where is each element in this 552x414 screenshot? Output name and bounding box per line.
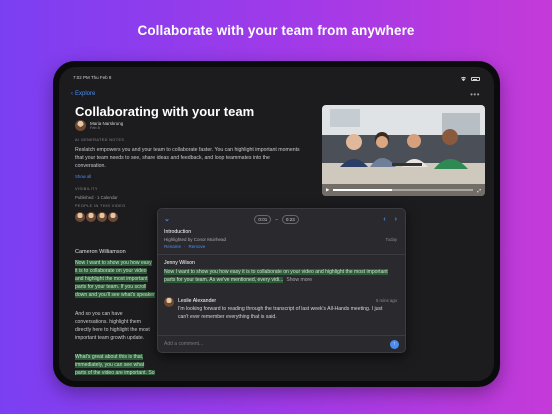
- comment-author: Leslie Alexander: [178, 298, 217, 304]
- fullscreen-icon[interactable]: ⤢: [477, 188, 481, 193]
- video-frame: [322, 105, 485, 196]
- time-range: 0:01 – 0:23: [254, 214, 299, 224]
- previous-highlight-icon[interactable]: ‹: [383, 216, 385, 223]
- author-date: Feb 8: [90, 126, 100, 130]
- divider: [158, 254, 405, 255]
- show-more-link[interactable]: Show more: [286, 277, 312, 283]
- send-icon[interactable]: ↑: [390, 339, 399, 349]
- highlight-title: Introduction: [164, 229, 192, 235]
- transcript-paragraph[interactable]: Now I want to show you how easy it is to…: [75, 259, 155, 299]
- transcript-paragraph[interactable]: What's great about this is that, immedia…: [75, 353, 155, 375]
- more-options-button[interactable]: •••: [470, 90, 480, 99]
- battery-icon: [471, 77, 480, 81]
- end-time[interactable]: 0:23: [281, 214, 299, 224]
- add-comment-bar: ↑: [158, 335, 405, 352]
- avatar: [97, 212, 107, 222]
- back-button[interactable]: ‹ Explore: [71, 91, 95, 97]
- status-bar: 7:02 PM Thu Feb 8: [73, 75, 480, 83]
- video-controls: ▶ ⤢: [322, 184, 485, 196]
- app-screen: 7:02 PM Thu Feb 8 ‹ Explore ••• Collabor…: [59, 67, 494, 381]
- avatar: [75, 212, 85, 222]
- ipad-device-frame: 7:02 PM Thu Feb 8 ‹ Explore ••• Collabor…: [53, 61, 500, 387]
- quote-speaker: Jenny Wilson: [164, 260, 195, 266]
- page-title: Collaborating with your team: [75, 104, 255, 119]
- start-time[interactable]: 0:01: [254, 214, 272, 224]
- navigation-bar: ‹ Explore •••: [71, 87, 480, 101]
- ai-notes: Reslatch empowers you and your team to c…: [75, 147, 300, 169]
- author-row: Maria Narskrung Feb 8: [75, 120, 123, 131]
- visibility-label: VISIBILITY: [75, 187, 98, 191]
- highlighted-quote: Now I want to show you how easy it is to…: [164, 269, 388, 283]
- show-all-link[interactable]: Show all: [75, 174, 91, 179]
- highlight-date: Today: [385, 237, 397, 242]
- chevron-left-icon: ‹: [71, 91, 73, 97]
- avatar: [86, 212, 96, 222]
- play-icon[interactable]: ▶: [326, 187, 329, 193]
- wifi-icon: [460, 76, 467, 82]
- back-label: Explore: [75, 91, 96, 97]
- video-progress[interactable]: [333, 189, 474, 191]
- people-avatars[interactable]: [75, 212, 118, 222]
- comment-text: I'm looking forward to reading through t…: [178, 306, 383, 320]
- transcript-paragraph[interactable]: And so you can have conversations. highl…: [75, 310, 155, 342]
- rename-link[interactable]: Rename: [164, 244, 181, 249]
- remove-link[interactable]: Remove: [189, 244, 206, 249]
- avatar: [164, 297, 174, 307]
- next-highlight-icon[interactable]: ›: [395, 216, 397, 223]
- collapse-chevron-icon[interactable]: ⌄: [164, 215, 170, 223]
- video-player[interactable]: ▶ ⤢: [322, 105, 485, 196]
- highlighted-by: Highlighted by Conor Muirhead: [164, 237, 227, 242]
- avatar: [108, 212, 118, 222]
- popover-header: ⌄ 0:01 – 0:23 ‹ ›: [164, 213, 397, 225]
- link-separator: ·: [184, 244, 186, 249]
- transcript-speaker: Cameron Williamson: [75, 249, 126, 255]
- comment-time: 5 mins ago: [375, 298, 397, 303]
- notes-label: AI GENERATED NOTES: [75, 138, 125, 142]
- avatar: [75, 120, 86, 131]
- people-label: PEOPLE IN THIS VIDEO: [75, 204, 126, 208]
- visibility-value[interactable]: Published · 1 Calendar: [75, 195, 118, 200]
- highlight-popover: ⌄ 0:01 – 0:23 ‹ › Introduction Highlight…: [157, 208, 406, 353]
- status-time: 7:02 PM Thu Feb 8: [73, 75, 112, 80]
- headline: Collaborate with your team from anywhere: [137, 23, 415, 38]
- add-comment-input[interactable]: [164, 341, 364, 347]
